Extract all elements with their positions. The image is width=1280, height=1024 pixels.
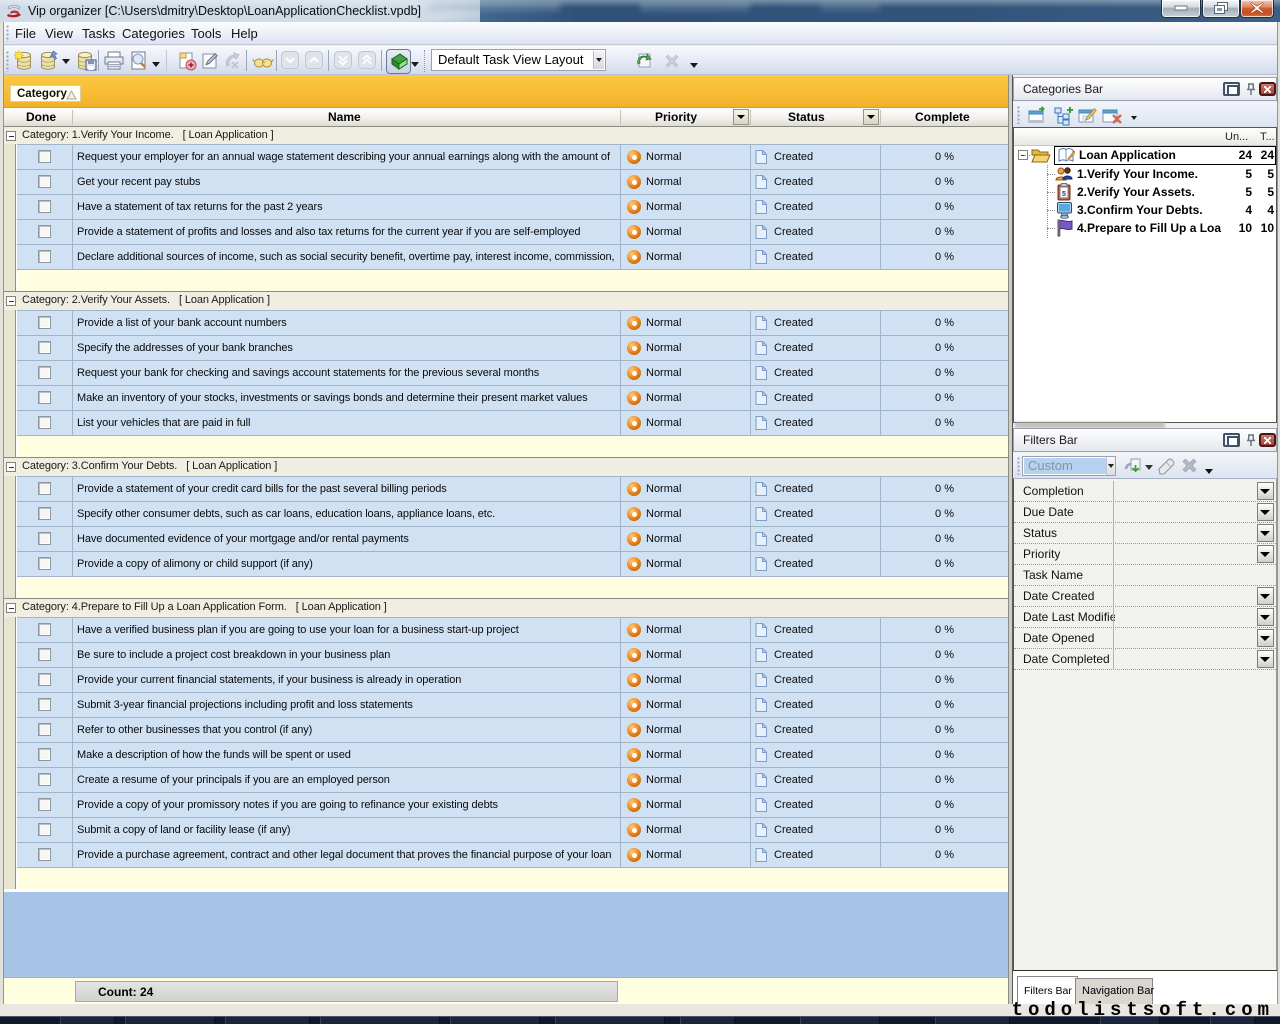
svg-text:5: 5 — [1062, 191, 1066, 198]
